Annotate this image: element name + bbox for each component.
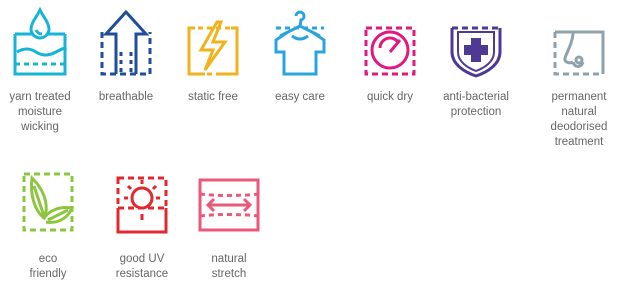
sun-uv-icon [116,176,168,234]
feature-natural-stretch: natural stretch [186,170,272,282]
feature-label: anti-bacterial protection [443,91,509,118]
feature-deodorised: permanent natural deodorised treatment [536,8,622,150]
shield-cross-icon [450,26,502,78]
feature-label: static free [188,91,238,103]
feature-eco-friendly: eco friendly [5,170,91,282]
shirt-hanger-icon [274,10,326,76]
feature-easy-care: easy care [257,8,343,105]
feature-label: quick dry [366,91,414,103]
feature-label: natural stretch [211,253,247,280]
gauge-speedometer-icon [364,26,416,76]
feature-label: breathable [98,91,154,103]
feature-breathable: breathable [83,8,169,105]
feature-label: easy care [275,91,325,103]
feature-anti-bacterial: anti-bacterial protection [433,8,519,120]
feature-label: eco friendly [29,253,67,280]
feature-label: yarn treated moisture wicking [9,91,71,133]
feature-moisture-wicking: yarn treated moisture wicking [0,6,83,135]
feature-label: permanent natural deodorised treatment [550,91,608,148]
breathable-arrow-up-icon [100,9,152,76]
lightning-bolt-icon [187,20,239,76]
feature-quick-dry: quick dry [347,8,433,105]
nose-profile-icon [553,30,605,76]
feature-uv-resistance: good UV resistance [99,170,185,282]
leaf-icon [22,172,75,232]
feature-static-free: static free [170,8,256,105]
water-drop-moisture-icon [13,6,67,76]
stretch-arrows-icon [198,178,260,232]
feature-label: good UV resistance [115,253,169,280]
